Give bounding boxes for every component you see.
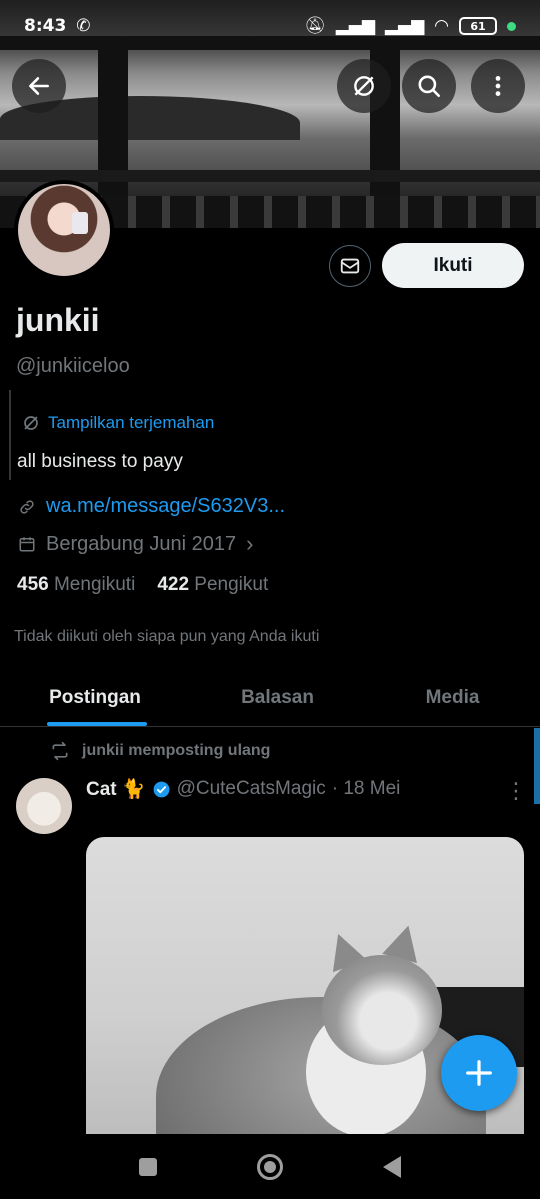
- tab-label: Postingan: [49, 687, 141, 708]
- tab-replies[interactable]: Balasan: [190, 670, 365, 726]
- battery-level: 61: [470, 19, 486, 33]
- status-icons: 🔕︎ ▂▄▆ ▂▄▆ ◠ 61: [304, 16, 516, 36]
- tab-posts[interactable]: Postingan: [0, 670, 190, 726]
- home-button[interactable]: [257, 1153, 283, 1180]
- profile-bio: all business to payy: [17, 451, 183, 472]
- arrow-left-icon: [29, 77, 49, 95]
- follow-stats: 456 Mengikuti 422 Pengikut: [17, 574, 268, 596]
- recents-button[interactable]: [139, 1157, 157, 1176]
- back-button[interactable]: [12, 59, 66, 113]
- signal-2-icon: ▂▄▆: [384, 16, 425, 36]
- calendar-icon: [19, 537, 35, 552]
- profile-tabs: Postingan Balasan Media: [0, 670, 540, 727]
- followers-stat[interactable]: 422 Pengikut: [157, 574, 268, 596]
- tab-label: Balasan: [241, 687, 314, 708]
- profile-link[interactable]: wa.me/message/S632V3...: [18, 495, 285, 518]
- not-followed-note: Tidak diikuti oleh siapa pun yang Anda i…: [14, 628, 320, 645]
- followers-label: Pengikut: [194, 574, 269, 595]
- mute-icon: 🔕︎: [304, 16, 326, 36]
- more-vertical-icon: [495, 76, 501, 96]
- profile-avatar[interactable]: [14, 180, 114, 280]
- battery-icon: 61: [459, 17, 497, 35]
- more-options-button[interactable]: [471, 59, 525, 113]
- repost-icon: [52, 741, 68, 761]
- followers-count: 422: [157, 574, 190, 595]
- post-author-name[interactable]: Cat 🐈: [86, 777, 146, 801]
- avatar-phone-detail: [72, 212, 88, 234]
- translate-button[interactable]: [337, 59, 391, 113]
- envelope-icon: [340, 258, 360, 274]
- search-icon: [418, 75, 441, 98]
- following-label: Mengikuti: [53, 574, 136, 595]
- link-icon: [20, 499, 34, 514]
- post-date: · 18 Mei: [331, 778, 401, 799]
- following-count: 456: [17, 574, 49, 595]
- post-author-handle[interactable]: @CuteCatsMagic: [177, 778, 326, 800]
- message-button[interactable]: [329, 245, 371, 287]
- status-time: 8:43: [24, 16, 67, 36]
- signal-icon: ▂▄▆: [335, 16, 375, 36]
- follow-button[interactable]: Ikuti: [382, 243, 524, 288]
- system-nav-bar: [0, 1134, 540, 1199]
- tab-media[interactable]: Media: [365, 670, 540, 726]
- translate-icon: [354, 76, 374, 96]
- profile-handle: @junkiiceloo: [16, 355, 130, 377]
- repost-label: junkii memposting ulang: [82, 742, 271, 759]
- joined-date[interactable]: Bergabung Juni 2017 ›: [18, 531, 253, 557]
- following-stat[interactable]: 456 Mengikuti: [17, 574, 135, 596]
- bio-quote-bar: [9, 390, 11, 480]
- profile-link-text[interactable]: wa.me/message/S632V3...: [46, 495, 285, 518]
- scrollbar[interactable]: [534, 728, 540, 804]
- cat-head: [322, 955, 442, 1065]
- post-author-avatar[interactable]: [16, 778, 72, 834]
- plus-icon: [466, 1060, 492, 1086]
- translate-icon: [24, 416, 38, 430]
- search-button[interactable]: [402, 59, 456, 113]
- repost-indicator: junkii memposting ulang: [50, 741, 270, 761]
- verified-badge-icon: [153, 781, 169, 797]
- profile-name: junkii: [16, 302, 100, 338]
- banner-rail: [0, 170, 540, 182]
- privacy-dot: [507, 21, 516, 31]
- translate-label: Tampilkan terjemahan: [48, 413, 215, 432]
- wifi-icon: ◠: [434, 16, 449, 36]
- tab-label: Media: [425, 687, 480, 708]
- joined-text: Bergabung Juni 2017: [46, 532, 237, 555]
- translate-bio-link[interactable]: Tampilkan terjemahan: [22, 413, 214, 433]
- compose-button[interactable]: [441, 1035, 517, 1111]
- chevron-right-icon: ›: [246, 531, 254, 556]
- phone-icon: ✆: [76, 16, 91, 36]
- post-more-icon[interactable]: ⋮: [505, 779, 527, 804]
- status-bar: 8:43 ✆ 🔕︎ ▂▄▆ ▂▄▆ ◠ 61: [0, 0, 540, 52]
- back-nav-button[interactable]: [383, 1155, 401, 1178]
- post-header: Cat 🐈 @CuteCatsMagic · 18 Mei: [86, 777, 400, 801]
